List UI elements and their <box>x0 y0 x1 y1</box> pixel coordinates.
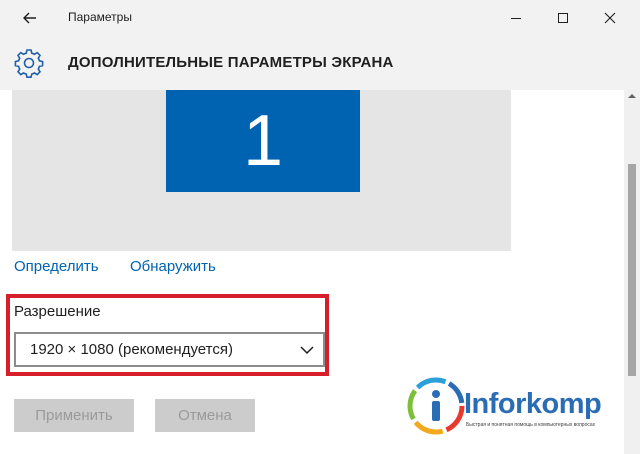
monitor-1-tile[interactable]: 1 <box>166 90 360 192</box>
display-preview: 1 <box>12 90 511 251</box>
resolution-dropdown[interactable]: 1920 × 1080 (рекомендуется) <box>14 332 325 367</box>
close-button[interactable] <box>590 4 630 32</box>
monitor-number: 1 <box>242 101 284 181</box>
back-arrow-icon <box>23 12 36 24</box>
scroll-up-arrow-icon[interactable] <box>628 92 636 100</box>
minimize-button[interactable] <box>496 4 536 32</box>
apply-button[interactable]: Применить <box>14 399 134 432</box>
resolution-selected-value: 1920 × 1080 (рекомендуется) <box>30 341 233 358</box>
watermark-brand: Inforkomp <box>464 388 602 420</box>
settings-window: Параметры ДОПОЛНИТЕЛЬНЫЕ ПАРАМЕТРЫ ЭКРАН… <box>0 0 640 454</box>
inforkomp-watermark: Inforkomp Быстрая и понятная помощь в ко… <box>404 374 630 444</box>
app-title: Параметры <box>68 10 132 24</box>
page-header: ДОПОЛНИТЕЛЬНЫЕ ПАРАМЕТРЫ ЭКРАНА <box>0 36 640 90</box>
maximize-icon <box>558 13 568 23</box>
title-bar: Параметры <box>0 0 640 36</box>
identify-link[interactable]: Определить <box>14 258 99 275</box>
maximize-button[interactable] <box>543 4 583 32</box>
detect-link[interactable]: Обнаружить <box>130 258 216 275</box>
cancel-button[interactable]: Отмена <box>155 399 255 432</box>
inforkomp-logo-icon <box>407 377 465 435</box>
close-icon <box>604 12 616 24</box>
back-button[interactable] <box>10 4 50 32</box>
watermark-tagline: Быстрая и понятная помощь в компьютерных… <box>466 422 596 428</box>
page-title: ДОПОЛНИТЕЛЬНЫЕ ПАРАМЕТРЫ ЭКРАНА <box>68 54 394 71</box>
minimize-icon <box>511 18 521 19</box>
chevron-down-icon <box>300 346 314 355</box>
resolution-label: Разрешение <box>14 303 101 320</box>
scrollbar-thumb[interactable] <box>628 164 636 376</box>
gear-icon <box>14 49 44 78</box>
